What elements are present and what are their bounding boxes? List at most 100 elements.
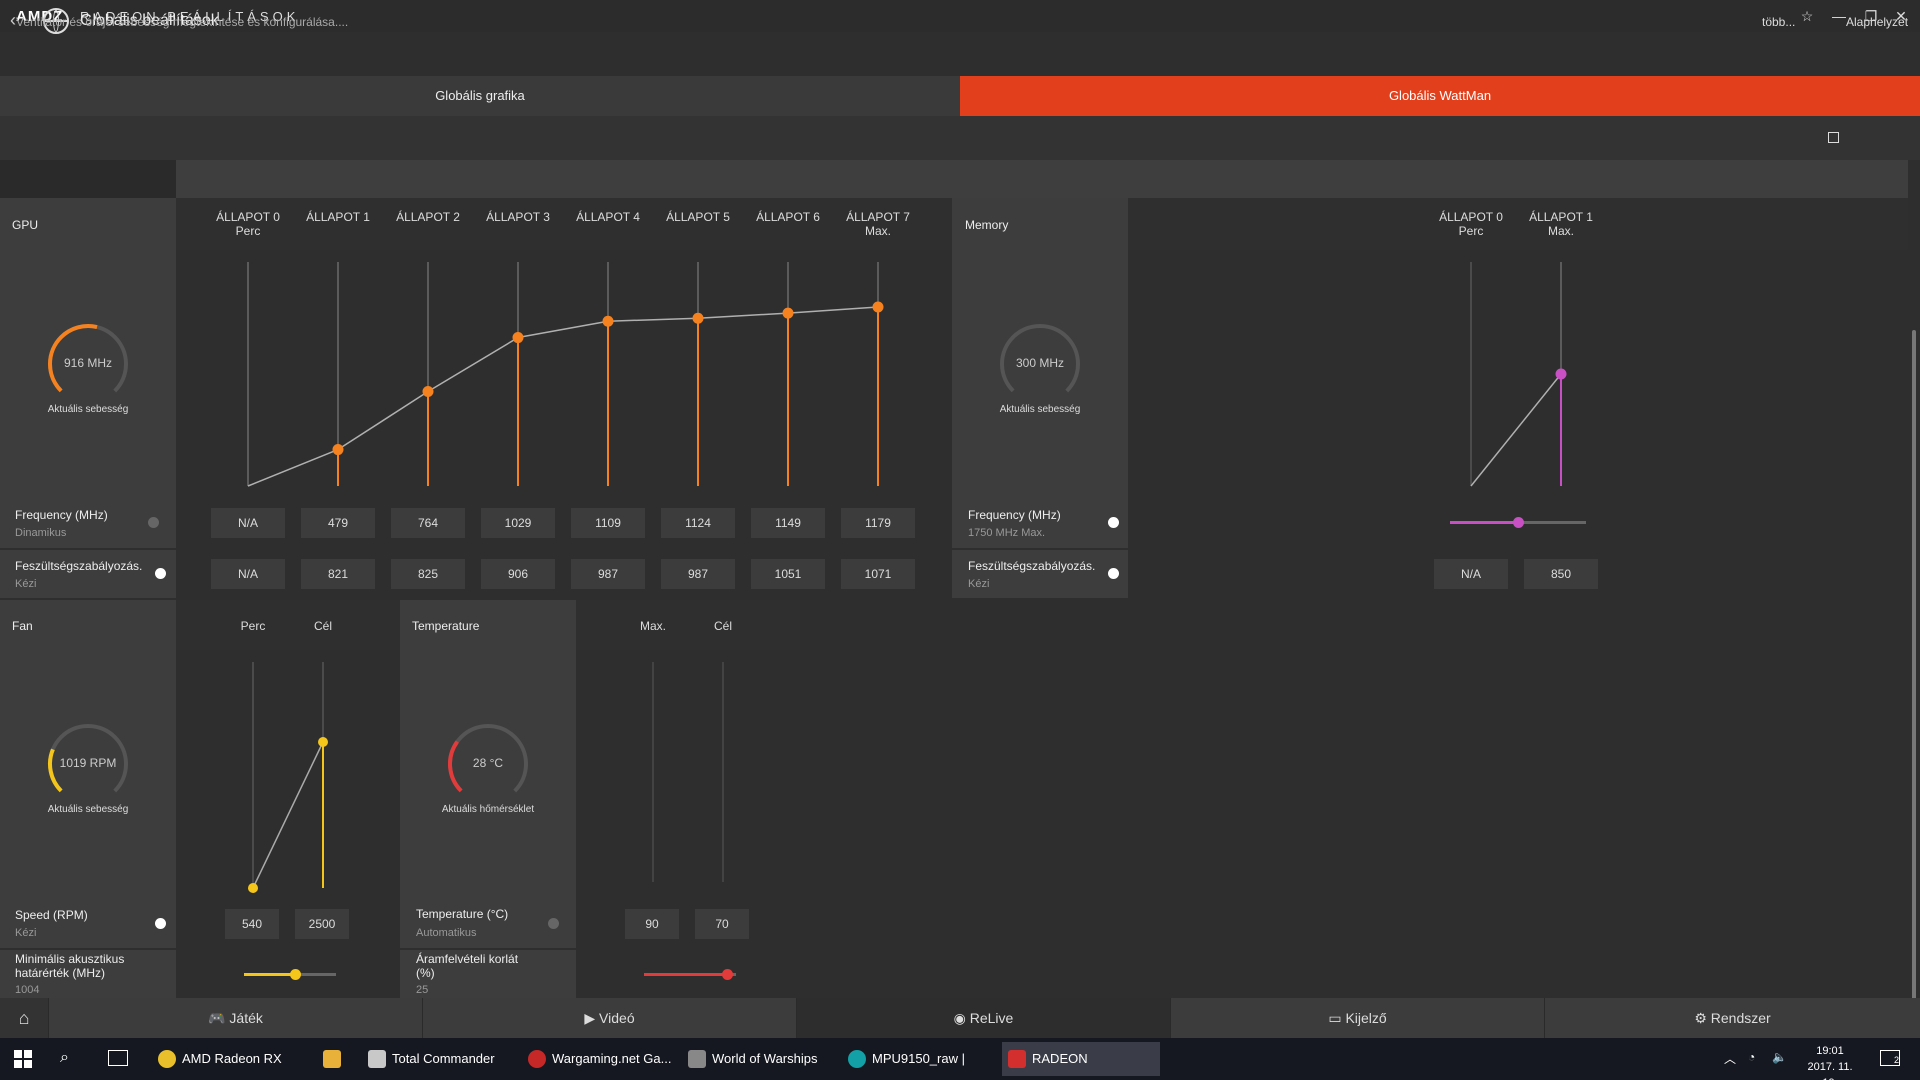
power-limit-label: Áramfelvételi korlát (%) <box>416 952 519 980</box>
gpu-state-point-2[interactable] <box>422 386 434 398</box>
gpu-state-name-6: ÁLLAPOT 6 <box>756 210 820 224</box>
gpu-gauge-value: 916 MHz <box>63 356 113 370</box>
memory-voltage-cell-0[interactable]: N/A <box>1434 559 1508 589</box>
tab-global-wattman[interactable]: Globális WattMan <box>960 76 1920 116</box>
gpu-state-sub-7: Max. <box>864 224 891 238</box>
taskbar-item-world-of-warships[interactable]: World of Warships <box>682 1042 832 1076</box>
tab-global-graphics[interactable]: Globális grafika <box>0 76 960 116</box>
gpu-state-name-2: ÁLLAPOT 2 <box>396 210 460 224</box>
memory-gauge-label: Aktuális sebesség <box>999 404 1081 415</box>
memory-frequency-slider-handle[interactable] <box>1513 517 1524 528</box>
taskbar-item-radeon-settings[interactable]: RADEON BEÁLLÍTÁ... <box>1002 1042 1160 1076</box>
taskbar-item-total-commander[interactable]: Total Commander (... <box>362 1042 512 1076</box>
power-limit-value: 25 <box>416 984 429 996</box>
taskbar-item-wargaming[interactable]: Wargaming.net Ga... <box>522 1042 672 1076</box>
memory-curve-segment <box>1470 373 1562 487</box>
memory-frequency-curve[interactable] <box>1128 250 1908 498</box>
clock[interactable]: 19:01 2017. 11. 19. <box>1800 1043 1860 1080</box>
volume-icon[interactable]: 🔈 <box>1772 1050 1787 1064</box>
gpu-state-point-4[interactable] <box>602 315 614 327</box>
fan-col-target: Cél <box>313 619 332 633</box>
reset-button[interactable]: Alaphelyzet <box>1846 15 1908 29</box>
temperature-gauge-value: 28 °C <box>472 756 504 770</box>
memory-frequency-toggle[interactable] <box>1108 517 1119 528</box>
favorite-star-icon[interactable]: ☆ <box>1796 6 1818 26</box>
gpu-state-point-1[interactable] <box>332 444 344 456</box>
gpu-frequency-cell-6[interactable]: 1149 <box>751 508 825 538</box>
chrome-icon <box>158 1050 176 1068</box>
fan-section-title: Fan <box>12 619 33 633</box>
gpu-frequency-toggle[interactable] <box>148 517 159 528</box>
gpu-state-sub-0: Perc <box>235 224 261 238</box>
gpu-voltage-toggle[interactable] <box>155 568 166 579</box>
nav-system[interactable]: ⚙ Rendszer <box>1544 998 1920 1038</box>
windows-start-icon[interactable] <box>14 1050 32 1068</box>
gpu-frequency-cell-7[interactable]: 1179 <box>841 508 915 538</box>
memory-frequency-label: Frequency (MHz) <box>968 508 1061 522</box>
nav-relive[interactable]: ◉ ReLive <box>796 998 1170 1038</box>
gpu-state-point-5[interactable] <box>692 312 704 324</box>
monitor-icon: ▭ <box>1328 1010 1346 1026</box>
memory-voltage-mode: Kézi <box>968 578 990 590</box>
gpu-state-name-0: ÁLLAPOT 0 <box>216 210 280 224</box>
reset-icon[interactable] <box>1828 132 1839 143</box>
scrollbar[interactable] <box>1912 330 1916 1000</box>
gpu-state-point-3[interactable] <box>512 332 524 344</box>
nav-video[interactable]: ▶ Videó <box>422 998 796 1038</box>
more-link[interactable]: több... <box>1762 15 1795 29</box>
gpu-curve-segment-7 <box>787 306 879 314</box>
nav-gaming[interactable]: 🎮 Játék <box>48 998 422 1038</box>
gpu-voltage-cell-1[interactable]: 821 <box>301 559 375 589</box>
temperature-target-value[interactable]: 70 <box>695 909 749 939</box>
fan-speed-row-label <box>0 898 176 948</box>
task-view-icon[interactable] <box>108 1050 128 1066</box>
memory-state-point-1[interactable] <box>1555 368 1567 380</box>
memory-state-header-0: ÁLLAPOT 0 Perc <box>1426 210 1516 238</box>
home-icon[interactable]: ⌂ <box>0 998 48 1038</box>
gpu-section-title: GPU <box>12 218 39 232</box>
gpu-voltage-cell-5[interactable]: 987 <box>661 559 735 589</box>
gpu-voltage-cell-3[interactable]: 906 <box>481 559 555 589</box>
gpu-frequency-cell-4[interactable]: 1109 <box>571 508 645 538</box>
fan-curve[interactable] <box>176 650 400 898</box>
gpu-state-name-1: ÁLLAPOT 1 <box>306 210 370 224</box>
gpu-frequency-cell-2[interactable]: 764 <box>391 508 465 538</box>
memory-voltage-cell-1[interactable]: 850 <box>1524 559 1598 589</box>
tray-chevron-icon[interactable]: ︿ <box>1724 1050 1736 1067</box>
memory-state-header-1: ÁLLAPOT 1 Max. <box>1516 210 1606 238</box>
gpu-voltage-cell-4[interactable]: 987 <box>571 559 645 589</box>
gpu-voltage-cell-2[interactable]: 825 <box>391 559 465 589</box>
gpu-voltage-cell-0[interactable]: N/A <box>211 559 285 589</box>
temperature-max-value[interactable]: 90 <box>625 909 679 939</box>
nav-display[interactable]: ▭ Kijelző <box>1170 998 1544 1038</box>
memory-voltage-toggle[interactable] <box>1108 568 1119 579</box>
fan-target-value[interactable]: 2500 <box>295 909 349 939</box>
fan-acoustic-value: 1004 <box>15 984 40 996</box>
gpu-frequency-curve[interactable] <box>176 250 952 498</box>
gpu-frequency-cell-1[interactable]: 479 <box>301 508 375 538</box>
relive-icon: ◉ <box>953 1010 970 1026</box>
gpu-voltage-cell-6[interactable]: 1051 <box>751 559 825 589</box>
taskbar-item-explorer[interactable] <box>312 1042 352 1076</box>
gpu-frequency-cell-5[interactable]: 1124 <box>661 508 735 538</box>
notification-icon[interactable]: 2 <box>1880 1050 1900 1066</box>
gpu-state-point-7[interactable] <box>872 301 884 313</box>
power-limit-slider-handle[interactable] <box>721 969 733 980</box>
fan-acoustic-slider-handle[interactable] <box>289 969 301 980</box>
wifi-icon[interactable]: ◔ <box>1748 1050 1755 1064</box>
gpu-curve-segment-4 <box>517 320 609 339</box>
temperature-toggle[interactable] <box>548 918 559 929</box>
fan-acoustic-slider-fill <box>244 973 295 976</box>
gpu-frequency-cell-3[interactable]: 1029 <box>481 508 555 538</box>
taskbar-item-arduino[interactable]: MPU9150_raw | Ard... <box>842 1042 994 1076</box>
gpu-frequency-cell-0[interactable]: N/A <box>211 508 285 538</box>
gpu-voltage-cell-7[interactable]: 1071 <box>841 559 915 589</box>
fan-speed-toggle[interactable] <box>155 918 166 929</box>
memory-frequency-mode: 1750 MHz Max. <box>968 527 1046 539</box>
gpu-state-point-6[interactable] <box>782 307 794 319</box>
gpu-curve-segment-6 <box>697 312 789 319</box>
taskbar-item-chrome[interactable]: AMD Radeon RX 46... <box>152 1042 302 1076</box>
fan-min-value[interactable]: 540 <box>225 909 279 939</box>
search-icon[interactable]: ⌕ <box>60 1049 69 1067</box>
gpu-state-name-3: ÁLLAPOT 3 <box>486 210 550 224</box>
